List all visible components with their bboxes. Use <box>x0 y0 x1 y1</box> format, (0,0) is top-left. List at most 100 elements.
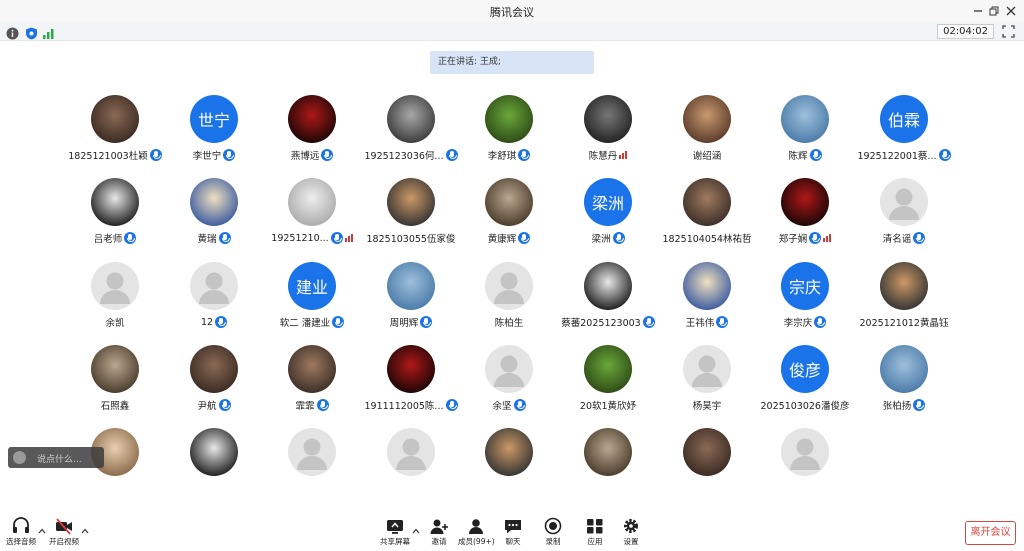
microphone-icon[interactable] <box>218 232 231 244</box>
avatar-photo <box>584 262 632 310</box>
participant-name: 蔡蕃2025123003 <box>561 318 641 329</box>
microphone-icon[interactable] <box>716 316 729 328</box>
participant-tile[interactable]: 20软1黄欣妤 <box>559 345 657 421</box>
microphone-icon[interactable] <box>316 399 329 411</box>
participant-tile[interactable] <box>165 428 263 504</box>
participant-name: 1825104054林祐哲 <box>662 234 752 245</box>
participant-tile[interactable]: 黄康辉 <box>460 178 558 254</box>
leave-meeting-button[interactable]: 离开会议 <box>965 521 1016 545</box>
microphone-icon[interactable] <box>513 399 526 411</box>
chat-button[interactable]: 聊天 <box>503 517 523 547</box>
participant-tile[interactable]: 19251210... <box>263 178 361 254</box>
microphone-icon[interactable] <box>809 149 822 161</box>
participant-tile[interactable]: 世宁 李世宁 <box>165 95 263 171</box>
chevron-up-icon[interactable] <box>412 527 420 535</box>
participant-tile[interactable]: 周明辉 <box>362 262 460 338</box>
participant-tile[interactable]: 1825103055伍家俊 <box>362 178 460 254</box>
participant-tile[interactable] <box>756 428 854 504</box>
participant-name: 李宗庆 <box>783 318 813 329</box>
participant-name-line: 蔡蕃2025123003 <box>559 315 657 329</box>
microphone-icon[interactable] <box>332 316 345 328</box>
participant-tile[interactable]: 1925123036何... <box>362 95 460 171</box>
participant-tile[interactable] <box>263 428 361 504</box>
microphone-icon[interactable] <box>330 232 343 244</box>
participant-tile[interactable]: 蔡蕃2025123003 <box>559 262 657 338</box>
participant-tile[interactable]: 燕博远 <box>263 95 361 171</box>
participant-tile[interactable]: 宗庆 李宗庆 <box>756 262 854 338</box>
participant-tile[interactable]: 黄瑞 <box>165 178 263 254</box>
emoji-icon[interactable] <box>13 451 26 464</box>
participant-tile[interactable]: 石照鑫 <box>66 345 164 421</box>
participant-tile[interactable]: 1825104054林祐哲 <box>658 178 756 254</box>
participant-name: 陈柏生 <box>494 318 524 329</box>
microphone-icon[interactable] <box>321 149 334 161</box>
microphone-icon[interactable] <box>612 232 625 244</box>
apps-button[interactable]: 应用 <box>585 517 605 547</box>
chat-input[interactable]: 说点什么... <box>8 447 104 468</box>
participant-tile[interactable]: 郑子娴 <box>756 178 854 254</box>
members-button[interactable]: 成员(99+) <box>458 517 495 547</box>
participant-name: 尹航 <box>197 401 217 412</box>
members-label: 成员(99+) <box>458 537 495 546</box>
microphone-icon[interactable] <box>420 316 433 328</box>
microphone-icon[interactable] <box>913 399 926 411</box>
participant-tile[interactable]: 1911112005陈... <box>362 345 460 421</box>
video-label: 开启视频 <box>49 537 79 546</box>
settings-button[interactable]: 设置 <box>621 517 641 547</box>
microphone-icon[interactable] <box>445 399 458 411</box>
avatar-photo <box>781 178 829 226</box>
microphone-icon[interactable] <box>814 316 827 328</box>
microphone-icon[interactable] <box>518 232 531 244</box>
microphone-icon[interactable] <box>938 149 951 161</box>
participant-name: 王祎伟 <box>685 318 715 329</box>
participant-tile[interactable]: 2025121012黄晶钰 <box>855 262 953 338</box>
participant-name: 李舒琪 <box>487 151 517 162</box>
participant-tile[interactable] <box>658 428 756 504</box>
participant-tile[interactable]: 陈柏生 <box>460 262 558 338</box>
participant-tile[interactable]: 1825121003杜颖 <box>66 95 164 171</box>
participant-name: 张柏扬 <box>882 401 912 412</box>
audio-button[interactable]: 选择音频 <box>6 517 36 547</box>
microphone-icon[interactable] <box>518 149 531 161</box>
participant-tile[interactable]: 谢绍涵 <box>658 95 756 171</box>
participant-tile[interactable]: 俊彦 2025103026潘俊彦 <box>756 345 854 421</box>
microphone-icon[interactable] <box>913 232 926 244</box>
video-button[interactable]: 开启视频 <box>49 517 79 547</box>
participant-tile[interactable] <box>559 428 657 504</box>
participant-tile[interactable]: 张柏扬 <box>855 345 953 421</box>
share-screen-button[interactable]: 共享屏幕 <box>380 517 410 547</box>
record-button[interactable]: 录制 <box>543 517 563 547</box>
microphone-icon[interactable] <box>223 149 236 161</box>
chevron-up-icon[interactable] <box>38 527 46 535</box>
invite-button[interactable]: 邀请 <box>429 517 449 547</box>
participant-tile[interactable] <box>460 428 558 504</box>
participant-tile[interactable]: 清名谣 <box>855 178 953 254</box>
participant-tile[interactable]: 李舒琪 <box>460 95 558 171</box>
participant-tile[interactable]: 吕老师 <box>66 178 164 254</box>
avatar-photo <box>584 428 632 476</box>
participant-tile[interactable]: 余凯 <box>66 262 164 338</box>
participant-name: 19251210... <box>271 232 329 244</box>
chevron-up-icon[interactable] <box>81 527 89 535</box>
microphone-icon[interactable] <box>445 149 458 161</box>
participant-tile[interactable]: 伯霖 1925122001蔡... <box>855 95 953 171</box>
participant-name: 1825103055伍家俊 <box>366 234 456 245</box>
participant-tile[interactable]: 霏霏 <box>263 345 361 421</box>
microphone-icon[interactable] <box>215 316 228 328</box>
microphone-icon[interactable] <box>149 149 162 161</box>
microphone-icon[interactable] <box>218 399 231 411</box>
participant-tile[interactable]: 王祎伟 <box>658 262 756 338</box>
microphone-icon[interactable] <box>642 316 655 328</box>
microphone-icon[interactable] <box>124 232 137 244</box>
participant-tile[interactable]: 尹航 <box>165 345 263 421</box>
microphone-icon[interactable] <box>809 232 822 244</box>
participant-tile[interactable]: 梁洲 梁洲 <box>559 178 657 254</box>
participant-tile[interactable]: 陈辉 <box>756 95 854 171</box>
avatar-initials: 建业 <box>288 262 336 310</box>
participant-tile[interactable]: 陈慧丹 <box>559 95 657 171</box>
participant-tile[interactable] <box>362 428 460 504</box>
participant-tile[interactable]: 余坚 <box>460 345 558 421</box>
participant-tile[interactable]: 建业 软二 潘建业 <box>263 262 361 338</box>
participant-tile[interactable]: 12 <box>165 262 263 338</box>
participant-tile[interactable]: 杨昊宇 <box>658 345 756 421</box>
